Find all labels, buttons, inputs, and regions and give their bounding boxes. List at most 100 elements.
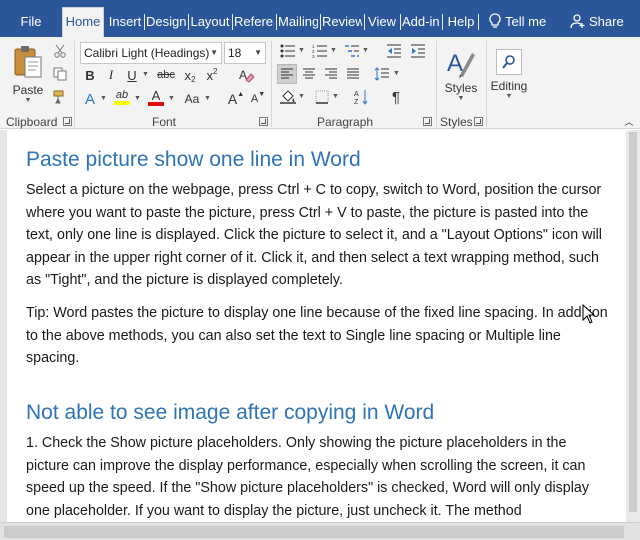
horizontal-scrollbar-thumb[interactable]	[4, 526, 624, 538]
group-separator	[271, 41, 272, 127]
shading-button[interactable]	[278, 87, 298, 107]
chevron-down-icon[interactable]: ▼	[100, 95, 107, 102]
paint-bucket-icon	[280, 90, 296, 104]
bold-button[interactable]: B	[80, 65, 100, 85]
tab-separator	[144, 14, 145, 30]
chevron-down-icon: ▼	[505, 92, 513, 100]
chevron-down-icon[interactable]: ▼	[142, 71, 149, 78]
magnifier-icon	[496, 48, 522, 75]
tab-separator	[400, 14, 401, 30]
bullets-button[interactable]	[278, 41, 298, 61]
format-painter-button[interactable]	[50, 87, 70, 107]
ribbon: Paste ▼ Clipboard Calibri Light (Heading…	[0, 37, 640, 129]
font-dialog-launcher[interactable]	[259, 117, 268, 126]
font-color-label: A	[151, 87, 161, 103]
chevron-down-icon[interactable]: ▼	[332, 93, 339, 100]
show-formatting-marks-button[interactable]: ¶	[386, 87, 406, 107]
cut-button[interactable]	[50, 41, 70, 61]
font-name-combo[interactable]: Calibri Light (Headings) ▼	[80, 42, 222, 64]
numbering-button[interactable]: 123	[310, 41, 330, 61]
styles-gallery-button[interactable]: A Styles ▼	[440, 41, 482, 107]
chevron-down-icon: ▼	[24, 96, 32, 104]
tab-insert[interactable]: Insert	[107, 8, 143, 37]
tab-separator	[478, 14, 479, 30]
sort-button[interactable]: AZ	[352, 87, 372, 107]
tab-help[interactable]: Help	[446, 8, 476, 37]
horizontal-scrollbar[interactable]	[0, 522, 640, 540]
font-color-button[interactable]: A	[146, 87, 166, 107]
align-left-button[interactable]	[277, 64, 297, 84]
underline-button[interactable]: U	[122, 65, 142, 85]
chevron-down-icon[interactable]: ▼	[330, 47, 337, 54]
collapse-ribbon-button[interactable]: ︿	[622, 115, 636, 127]
grow-font-button[interactable]: A ▲	[226, 89, 246, 109]
tab-review[interactable]: Review	[322, 8, 362, 37]
change-case-button[interactable]: Aa	[182, 89, 202, 109]
document-page[interactable]: Paste picture show one line in Word Sele…	[7, 130, 626, 522]
shrink-font-button[interactable]: A ▼	[248, 89, 268, 109]
share-button[interactable]: Share	[570, 8, 624, 37]
paragraph-dialog-launcher[interactable]	[423, 117, 432, 126]
numbered-list-icon: 123	[312, 44, 327, 58]
paragraph-placeholders: 1. Check the Show picture placeholders. …	[26, 435, 590, 519]
tab-mailings[interactable]: Mailings	[278, 8, 318, 37]
subscript-button[interactable]: x2	[180, 65, 200, 85]
styles-icon: A	[447, 50, 475, 78]
chevron-down-icon[interactable]: ▼	[362, 47, 369, 54]
font-size-combo[interactable]: 18 ▼	[224, 42, 266, 64]
group-separator	[486, 41, 487, 127]
justify-button[interactable]	[343, 64, 363, 84]
paragraph-tip: Tip: Word pastes the picture to display …	[26, 305, 608, 367]
clear-formatting-icon: A	[239, 68, 254, 83]
chevron-down-icon[interactable]: ▼	[204, 95, 211, 102]
superscript-button[interactable]: x2	[202, 65, 222, 85]
decrease-indent-icon	[387, 44, 401, 58]
group-separator	[74, 41, 75, 127]
tab-separator	[188, 14, 189, 30]
paste-button[interactable]: Paste ▼	[6, 41, 50, 107]
highlight-button[interactable]: ab	[112, 87, 132, 107]
strikethrough-button[interactable]: abc	[156, 65, 176, 85]
align-center-button[interactable]	[299, 64, 319, 84]
tab-separator	[364, 14, 365, 30]
chevron-down-icon: ▼	[457, 94, 465, 102]
clipboard-dialog-launcher[interactable]	[63, 117, 72, 126]
copy-icon	[53, 67, 67, 81]
line-spacing-button[interactable]	[372, 64, 392, 84]
vertical-scrollbar[interactable]	[626, 130, 640, 522]
svg-text:A: A	[447, 50, 463, 77]
tab-design[interactable]: Design	[146, 8, 186, 37]
borders-button[interactable]	[312, 87, 332, 107]
text-effects-button[interactable]: A	[80, 89, 100, 109]
increase-indent-button[interactable]	[408, 41, 428, 61]
grow-font-label: A	[227, 91, 238, 107]
clear-formatting-button[interactable]: A	[236, 65, 256, 85]
svg-text:A: A	[354, 91, 359, 98]
clipboard-group-label: Clipboard	[6, 115, 58, 129]
chevron-down-icon[interactable]: ▼	[393, 70, 400, 77]
decrease-indent-button[interactable]	[384, 41, 404, 61]
multilevel-list-icon	[345, 45, 359, 57]
tab-view[interactable]: View	[366, 8, 398, 37]
italic-button[interactable]: I	[101, 65, 121, 85]
chevron-down-icon[interactable]: ▼	[134, 95, 141, 102]
tab-references[interactable]: References	[234, 8, 274, 37]
heading-paste-picture: Paste picture show one line in Word	[26, 148, 361, 171]
paragraph-group-label: Paragraph	[317, 115, 374, 129]
editing-button[interactable]: Editing ▼	[488, 41, 530, 107]
copy-button[interactable]	[50, 64, 70, 84]
tab-add-ins[interactable]: Add-ins	[402, 8, 440, 37]
tab-file[interactable]: File	[8, 8, 54, 37]
chevron-down-icon[interactable]: ▼	[298, 47, 305, 54]
multilevel-list-button[interactable]	[342, 41, 362, 61]
tell-me-search[interactable]: Tell me	[488, 8, 546, 37]
align-right-button[interactable]	[321, 64, 341, 84]
sort-az-icon: AZ	[354, 90, 368, 105]
vertical-scrollbar-thumb[interactable]	[629, 132, 637, 512]
chevron-down-icon[interactable]: ▼	[168, 95, 175, 102]
styles-dialog-launcher[interactable]	[474, 117, 483, 126]
chevron-down-icon[interactable]: ▼	[298, 93, 305, 100]
tab-layout[interactable]: Layout	[190, 8, 230, 37]
tab-home[interactable]: Home	[62, 7, 104, 37]
increase-indent-icon	[411, 44, 425, 58]
